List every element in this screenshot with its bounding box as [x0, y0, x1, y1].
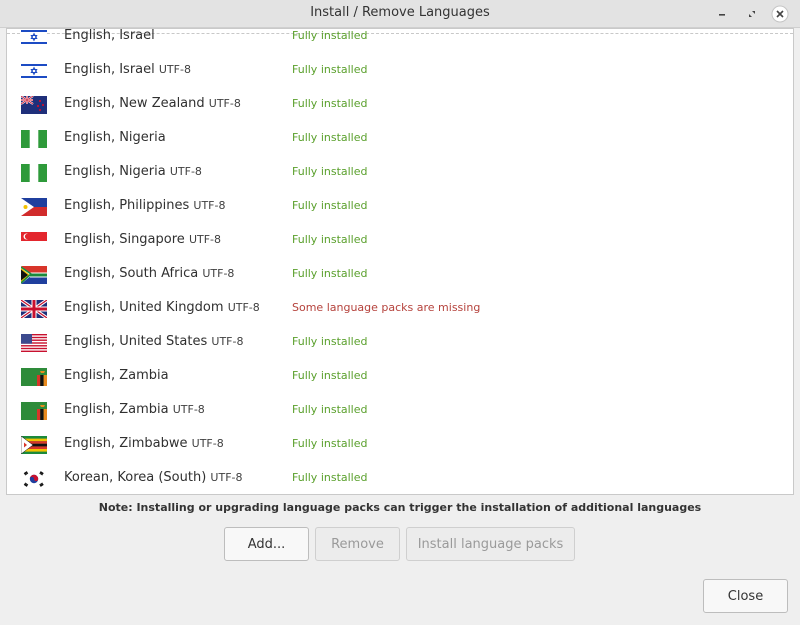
language-name: English, Zambia — [64, 368, 169, 383]
language-label: English, Israel — [64, 62, 155, 77]
singapore-flag-icon — [21, 232, 47, 250]
encoding-label: UTF-8 — [169, 165, 202, 178]
remove-button[interactable]: Remove — [315, 527, 400, 561]
language-row[interactable]: Korean, Korea (South) UTF-8 Fully install… — [7, 462, 793, 494]
install-status: Fully installed — [292, 63, 368, 76]
add-button[interactable]: Add... — [224, 527, 309, 561]
install-status: Fully installed — [292, 267, 368, 280]
language-row[interactable]: English, Philippines UTF-8 Fully installe… — [7, 190, 793, 224]
south-korea-flag-icon — [21, 470, 47, 488]
install-status: Fully installed — [292, 97, 368, 110]
language-name: English, Nigeria — [64, 130, 166, 145]
minimize-icon[interactable] — [713, 5, 731, 23]
philippines-flag-icon — [21, 198, 47, 216]
install-status: Fully installed — [292, 233, 368, 246]
south-africa-flag-icon — [21, 266, 47, 284]
encoding-label: UTF-8 — [172, 403, 205, 416]
language-name: English, South Africa UTF-8 — [64, 266, 234, 281]
encoding-label: UTF-8 — [193, 199, 226, 212]
language-label: English, New Zealand — [64, 96, 205, 111]
language-name: Korean, Korea (South) UTF-8 — [64, 470, 243, 485]
language-label: English, Zambia — [64, 402, 169, 417]
nigeria-flag-icon — [21, 130, 47, 148]
language-name: English, Nigeria UTF-8 — [64, 164, 202, 179]
restore-icon[interactable] — [743, 5, 761, 23]
install-status: Fully installed — [292, 403, 368, 416]
language-name: English, New Zealand UTF-8 — [64, 96, 241, 111]
encoding-label: UTF-8 — [208, 97, 241, 110]
title-bar: Install / Remove Languages — [0, 0, 800, 28]
israel-flag-icon — [21, 62, 47, 80]
language-name: English, Philippines UTF-8 — [64, 198, 225, 213]
language-label: English, Nigeria — [64, 130, 166, 145]
language-label: English, United States — [64, 334, 208, 349]
zambia-flag-icon — [21, 368, 47, 386]
united-kingdom-flag-icon — [21, 300, 47, 318]
language-name: English, Singapore UTF-8 — [64, 232, 221, 247]
united-states-flag-icon — [21, 334, 47, 352]
install-status: Fully installed — [292, 471, 368, 484]
language-name: English, Zimbabwe UTF-8 — [64, 436, 224, 451]
israel-flag-icon — [21, 29, 47, 46]
language-name: English, United Kingdom UTF-8 — [64, 300, 260, 315]
language-window: Install / Remove Languages English, Isra… — [0, 0, 800, 625]
encoding-label: UTF-8 — [188, 233, 222, 246]
install-language-packs-button[interactable]: Install language packs — [406, 527, 575, 561]
language-row[interactable]: English, New Zealand UTF-8 Fully installe… — [7, 88, 793, 122]
encoding-label: UTF-8 — [158, 63, 191, 76]
install-status: Fully installed — [292, 437, 368, 450]
language-name: English, Zambia UTF-8 — [64, 402, 205, 417]
install-status: Fully installed — [292, 131, 368, 144]
close-window-icon[interactable] — [770, 4, 790, 24]
language-name: English, Israel UTF-8 — [64, 62, 191, 77]
language-row[interactable]: English, Zambia UTF-8 Fully installed — [7, 394, 793, 428]
language-row[interactable]: English, South Africa UTF-8 Fully install… — [7, 258, 793, 292]
zimbabwe-flag-icon — [21, 436, 47, 454]
language-label: Korean, Korea (South) — [64, 470, 207, 485]
language-label: English, Zambia — [64, 368, 169, 383]
language-label: English, Nigeria — [64, 164, 166, 179]
encoding-label: UTF-8 — [202, 267, 235, 280]
language-row[interactable]: English, Israel Fully installed — [7, 28, 793, 54]
install-status: Fully installed — [292, 165, 368, 178]
encoding-label: UTF-8 — [211, 335, 244, 348]
note-text: Note: Installing or upgrading language p… — [98, 501, 702, 514]
language-row[interactable]: English, United Kingdom UTF-8 Some langua… — [7, 292, 793, 326]
new-zealand-flag-icon — [21, 96, 47, 114]
install-status: Fully installed — [292, 29, 368, 42]
language-label: English, South Africa — [64, 266, 199, 281]
language-row[interactable]: English, Nigeria UTF-8 Fully installed — [7, 156, 793, 190]
install-status: Fully installed — [292, 369, 368, 382]
install-status: Fully installed — [292, 335, 368, 348]
language-label: English, United Kingdom — [64, 300, 224, 315]
zambia-flag-icon — [21, 402, 47, 420]
language-label: English, Israel — [64, 28, 155, 43]
encoding-label: UTF-8 — [227, 301, 260, 314]
close-button[interactable]: Close — [703, 579, 788, 613]
language-row[interactable]: English, Zambia Fully installed — [7, 360, 793, 394]
language-name: English, Israel — [64, 28, 155, 43]
language-row[interactable]: English, Zimbabwe UTF-8 Fully installed — [7, 428, 793, 462]
install-status: Fully installed — [292, 199, 368, 212]
language-label: English, Philippines — [64, 198, 190, 213]
language-row[interactable]: English, Nigeria Fully installed — [7, 122, 793, 156]
language-row[interactable]: English, United States UTF-8 Fully instal… — [7, 326, 793, 360]
language-list[interactable]: English, Israel Fully installed English, I… — [6, 28, 794, 495]
window-title: Install / Remove Languages — [310, 5, 490, 20]
nigeria-flag-icon — [21, 164, 47, 182]
language-label: English, Singapore — [64, 232, 185, 247]
language-name: English, United States UTF-8 — [64, 334, 243, 349]
encoding-label: UTF-8 — [191, 437, 224, 450]
language-row[interactable]: English, Israel UTF-8 Fully installed — [7, 54, 793, 88]
encoding-label: UTF-8 — [210, 471, 243, 484]
install-status: Some language packs are missing — [292, 301, 481, 314]
language-label: English, Zimbabwe — [64, 436, 188, 451]
language-row[interactable]: English, Singapore UTF-8 Fully installed — [7, 224, 793, 258]
